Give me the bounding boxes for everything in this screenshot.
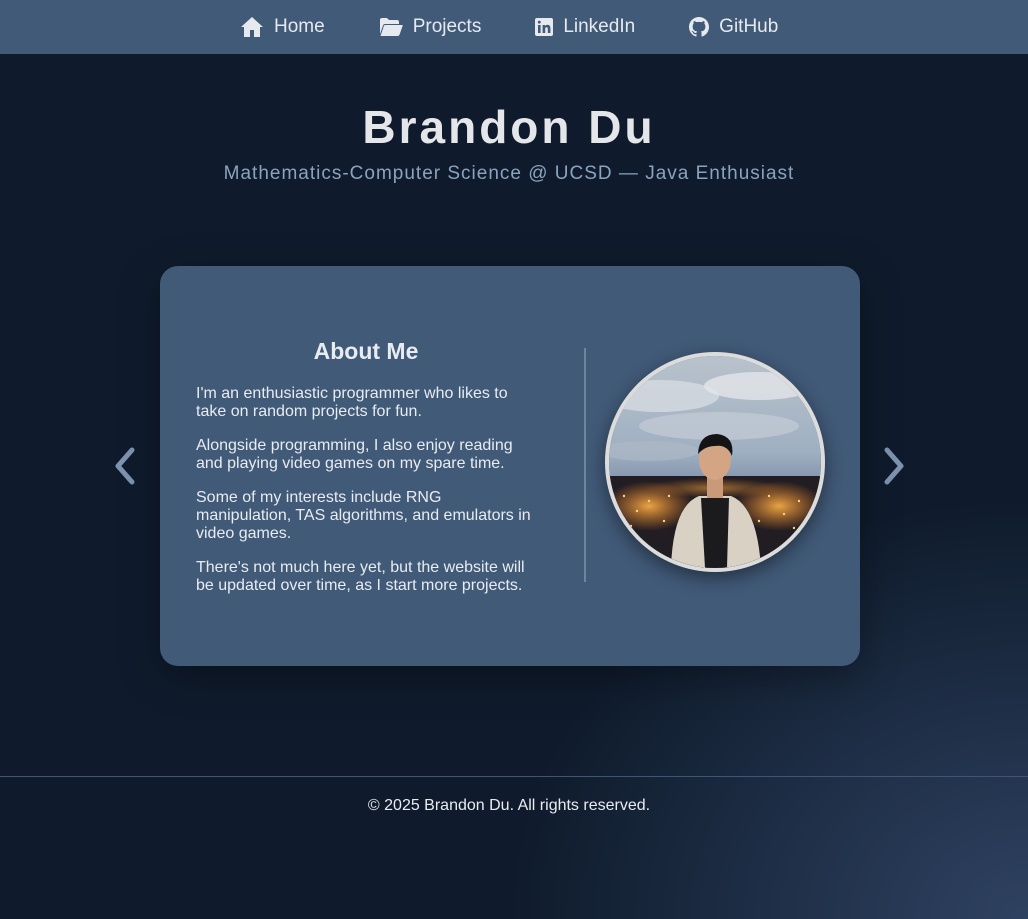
page-title: Brandon Du [362, 101, 656, 153]
nav-linkedin-label: LinkedIn [563, 16, 636, 37]
nav-linkedin-link[interactable]: LinkedIn [535, 16, 635, 38]
home-icon [241, 17, 263, 37]
chevron-left-icon [115, 447, 135, 485]
nav-home-link[interactable]: Home [240, 16, 325, 38]
profile-photo [605, 352, 825, 572]
carousel-prev-button[interactable] [110, 445, 140, 487]
about-paragraph: Some of my interests include RNG manipul… [196, 489, 531, 542]
about-paragraph: I'm an enthusiastic programmer who likes… [196, 385, 508, 420]
top-nav: Home Projects LinkedIn GitHub [0, 0, 1028, 54]
nav-github-label: GitHub [719, 16, 779, 37]
folder-open-icon [379, 18, 403, 36]
chevron-right-icon [884, 447, 904, 485]
about-body: I'm an enthusiastic programmer who likes… [196, 385, 541, 611]
about-paragraph: There's not much here yet, but the websi… [196, 559, 525, 594]
nav-projects-label: Projects [412, 16, 482, 37]
nav-github-link[interactable]: GitHub [689, 16, 778, 38]
carousel-next-button[interactable] [879, 445, 909, 487]
github-icon [689, 17, 710, 37]
nav-projects-link[interactable]: Projects [379, 16, 482, 38]
page-subtitle: Mathematics-Computer Science @ UCSD — Ja… [223, 163, 795, 184]
nav-home-label: Home [274, 16, 325, 37]
about-paragraph: Alongside programming, I also enjoy read… [196, 437, 513, 472]
footer-divider [0, 776, 1028, 777]
card-divider [584, 348, 586, 582]
footer-copyright: © 2025 Brandon Du. All rights reserved. [367, 797, 651, 814]
about-title: About Me [313, 338, 419, 364]
linkedin-icon [535, 18, 554, 36]
about-card: About Me I'm an enthusiastic programmer … [160, 266, 860, 666]
profile-photo-image [609, 356, 821, 568]
